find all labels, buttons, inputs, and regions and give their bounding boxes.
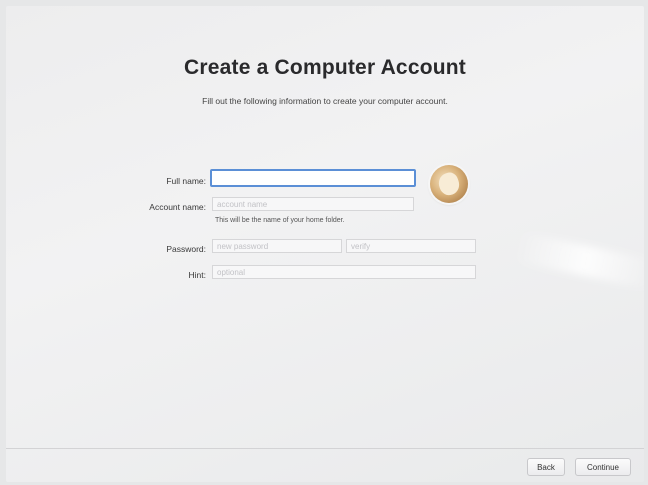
- footer-divider: [6, 448, 644, 449]
- account-name-help: This will be the name of your home folde…: [215, 217, 345, 224]
- avatar-highlight: [435, 170, 463, 198]
- setup-assistant-screen: Create a Computer Account Fill out the f…: [6, 6, 644, 482]
- password-label: Password:: [166, 244, 206, 254]
- full-name-label: Full name:: [166, 176, 206, 186]
- page-subtitle: Fill out the following information to cr…: [202, 96, 448, 106]
- continue-button[interactable]: Continue: [575, 458, 631, 476]
- verify-password-field[interactable]: [346, 239, 476, 253]
- hint-field[interactable]: [212, 265, 476, 279]
- fortune-cookie-avatar-icon[interactable]: [430, 165, 468, 203]
- page-title: Create a Computer Account: [184, 56, 466, 79]
- full-name-field[interactable]: [210, 169, 416, 187]
- hint-label: Hint:: [188, 270, 206, 280]
- account-name-label: Account name:: [149, 202, 206, 212]
- account-name-field[interactable]: [212, 197, 414, 211]
- screen-glare: [514, 231, 644, 291]
- password-field[interactable]: [212, 239, 342, 253]
- back-button[interactable]: Back: [527, 458, 565, 476]
